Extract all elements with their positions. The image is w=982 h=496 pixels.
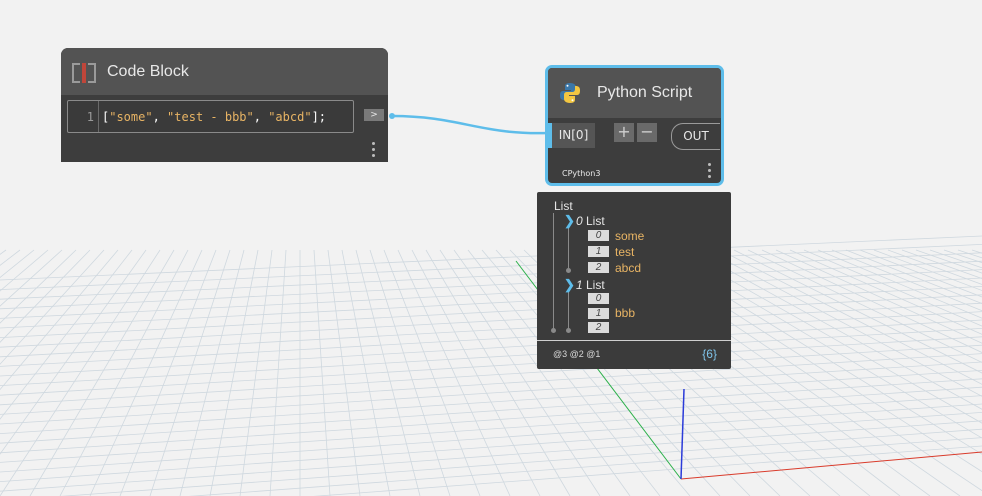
item-index: 2 bbox=[588, 262, 609, 273]
remove-input-button[interactable]: − bbox=[637, 123, 657, 142]
item-index: 0 bbox=[588, 230, 609, 241]
code-block-icon bbox=[71, 62, 97, 83]
item-value: some bbox=[615, 229, 645, 243]
python-script-header[interactable]: Python Script bbox=[548, 68, 721, 118]
wire-start-dot bbox=[389, 113, 395, 119]
item-value: abcd bbox=[615, 261, 642, 275]
item-index: 1 bbox=[588, 308, 609, 319]
expand-chevron-icon[interactable]: ❯ bbox=[564, 213, 575, 229]
preview-root-label: List bbox=[554, 199, 573, 213]
output-port-out[interactable]: OUT bbox=[671, 123, 720, 150]
list-index: 0 bbox=[576, 214, 583, 228]
code-block-header[interactable]: Code Block bbox=[61, 48, 388, 95]
tree-line-item0 bbox=[568, 228, 569, 268]
code-editor[interactable]: 1 ["some", "test - bbb", "abcd"]; bbox=[67, 100, 354, 133]
code-block-menu-icon[interactable] bbox=[372, 142, 375, 157]
item-value: test bbox=[615, 245, 635, 259]
tree-line-outer bbox=[553, 213, 554, 331]
background-grid bbox=[0, 235, 982, 496]
expand-chevron-icon[interactable]: ❯ bbox=[564, 277, 575, 293]
list-label: List bbox=[586, 278, 605, 292]
python-script-title: Python Script bbox=[597, 84, 693, 101]
python-logo-icon bbox=[560, 83, 580, 103]
code-block-node[interactable]: Code Block 1 ["some", "test - bbb", "abc… bbox=[61, 48, 388, 162]
connector-wire[interactable] bbox=[391, 114, 549, 135]
python-script-node[interactable]: Python Script IN[0] + − OUT CPython3 bbox=[545, 65, 724, 186]
tree-dot bbox=[566, 328, 571, 333]
watch-preview-bubble[interactable]: List ❯ 0 List 0 some 1 test 2 abcd ❯ 1 L… bbox=[537, 192, 731, 369]
code-text[interactable]: ["some", "test - bbb", "abcd"]; bbox=[102, 110, 326, 124]
tree-line-item1 bbox=[568, 291, 569, 329]
list-label: List bbox=[586, 214, 605, 228]
add-input-button[interactable]: + bbox=[614, 123, 634, 142]
preview-footer-divider bbox=[537, 340, 731, 341]
item-index: 0 bbox=[588, 293, 609, 304]
list-index: 1 bbox=[576, 278, 583, 292]
gutter-divider bbox=[98, 101, 99, 132]
item-index: 2 bbox=[588, 322, 609, 333]
tree-dot bbox=[566, 268, 571, 273]
item-value: bbb bbox=[615, 306, 636, 320]
code-block-title: Code Block bbox=[107, 62, 189, 80]
code-block-output-port[interactable]: > bbox=[364, 109, 384, 121]
item-index: 1 bbox=[588, 246, 609, 257]
list-levels-indicator[interactable]: @3 @2 @1 bbox=[553, 349, 600, 359]
python-script-menu-icon[interactable] bbox=[708, 163, 711, 178]
item-count-badge: {6} bbox=[702, 347, 717, 361]
line-number: 1 bbox=[86, 109, 94, 124]
tree-dot bbox=[551, 328, 556, 333]
input-port-in0[interactable]: IN[0] bbox=[548, 123, 595, 148]
engine-label[interactable]: CPython3 bbox=[562, 169, 600, 178]
